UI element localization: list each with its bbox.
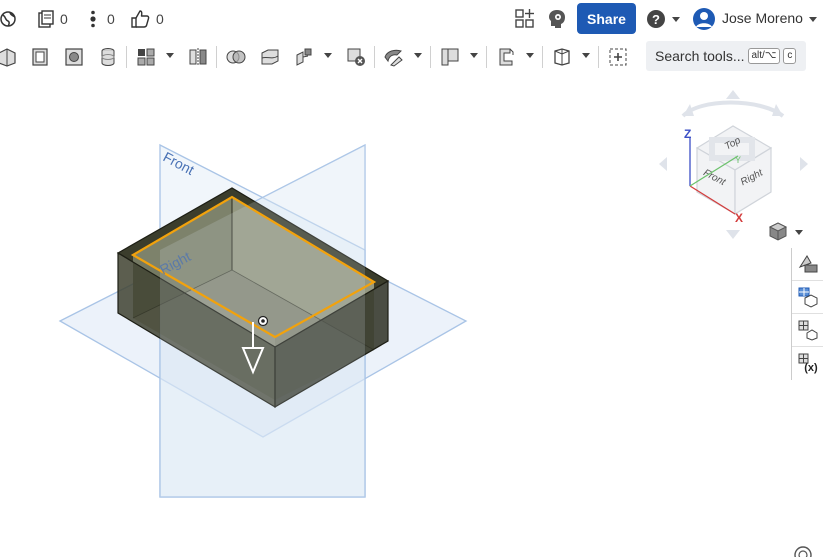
custom-table-icon[interactable]: (x) bbox=[792, 347, 823, 379]
variable-table-icon[interactable] bbox=[792, 314, 823, 347]
svg-text:(x): (x) bbox=[804, 362, 818, 374]
graphics-viewport[interactable]: Front Right Top Front Right Z X Y bbox=[0, 0, 823, 557]
axis-z-label: Z bbox=[684, 127, 691, 141]
parts-list-icon[interactable] bbox=[792, 281, 823, 314]
view-options-menu[interactable] bbox=[768, 222, 803, 241]
appearance-panel-icon[interactable] bbox=[792, 248, 823, 281]
render-mode-icon[interactable] bbox=[794, 546, 812, 557]
right-side-panel: (x) bbox=[791, 248, 823, 380]
view-cube[interactable]: Top Front Right Z X Y bbox=[659, 90, 808, 239]
axis-x-label: X bbox=[735, 211, 743, 225]
axis-y-label: Y bbox=[735, 155, 741, 165]
